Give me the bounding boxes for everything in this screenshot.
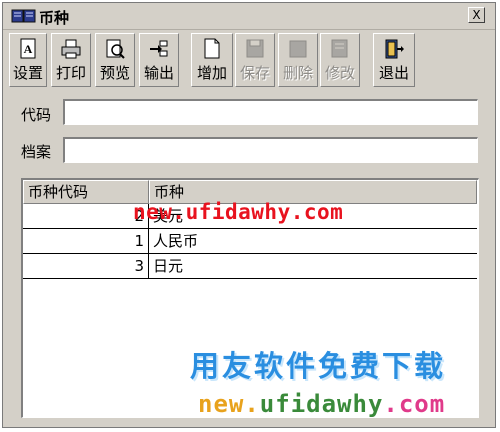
currency-code-cell: 1 <box>23 229 149 253</box>
save-label: 保存 <box>239 64 270 82</box>
currency-code-cell: 2 <box>23 204 149 228</box>
preview-button[interactable]: 预览 <box>95 33 135 87</box>
window-title: 币种 <box>39 9 70 27</box>
archive-input[interactable] <box>63 137 478 163</box>
printer-icon <box>61 39 81 59</box>
exit-button[interactable]: 退出 <box>373 33 415 87</box>
svg-text:A: A <box>24 42 33 56</box>
add-label: 增加 <box>196 64 227 82</box>
watermark-url-bottom: new.ufidawhy.com <box>198 390 445 418</box>
close-button[interactable]: X <box>468 7 485 23</box>
toolbar: A 设置 打印 预览 输出 增加 保存 删除 修改 退出 <box>7 33 491 89</box>
edit-label: 修改 <box>324 64 355 82</box>
export-button[interactable]: 输出 <box>139 33 179 87</box>
watermark-url-part: new. <box>198 390 260 418</box>
watermark-url-part: ufidawhy <box>259 390 384 418</box>
watermark-url-part: .com <box>383 390 446 418</box>
edit-icon <box>331 39 348 58</box>
preview-label: 预览 <box>99 64 130 82</box>
print-label: 打印 <box>55 64 86 82</box>
code-label: 代码 <box>21 106 52 124</box>
save-icon <box>246 39 264 58</box>
delete-label: 删除 <box>282 64 313 82</box>
page-setup-icon: A <box>20 38 36 59</box>
delete-button[interactable]: 删除 <box>278 33 318 87</box>
add-button[interactable]: 增加 <box>191 33 233 87</box>
preview-icon <box>106 39 125 59</box>
edit-button[interactable]: 修改 <box>320 33 360 87</box>
delete-icon <box>289 40 307 58</box>
currency-name-cell: 日元 <box>153 257 184 275</box>
archive-label: 档案 <box>21 143 52 161</box>
column-header-currency-code[interactable]: 币种代码 <box>23 180 149 204</box>
table-row[interactable]: 3 日元 <box>23 254 477 279</box>
setup-button[interactable]: A 设置 <box>9 33 47 87</box>
book-icon <box>11 9 36 23</box>
currency-name-cell: 人民币 <box>153 232 199 250</box>
exit-label: 退出 <box>378 64 409 82</box>
new-document-icon <box>204 38 220 59</box>
print-button[interactable]: 打印 <box>51 33 91 87</box>
export-label: 输出 <box>143 64 174 82</box>
export-icon <box>150 40 168 57</box>
watermark-url-top: new.ufidawhy.com <box>133 200 344 224</box>
setup-label: 设置 <box>12 64 43 82</box>
code-input[interactable] <box>63 99 478 125</box>
table-row[interactable]: 1 人民币 <box>23 229 477 254</box>
close-icon: X <box>472 8 481 22</box>
watermark-banner: 用友软件免费下载 <box>190 349 447 383</box>
title-bar[interactable]: 币种 X <box>3 3 495 30</box>
currency-code-cell: 3 <box>23 254 149 278</box>
exit-door-icon <box>385 39 404 59</box>
save-button[interactable]: 保存 <box>235 33 275 87</box>
